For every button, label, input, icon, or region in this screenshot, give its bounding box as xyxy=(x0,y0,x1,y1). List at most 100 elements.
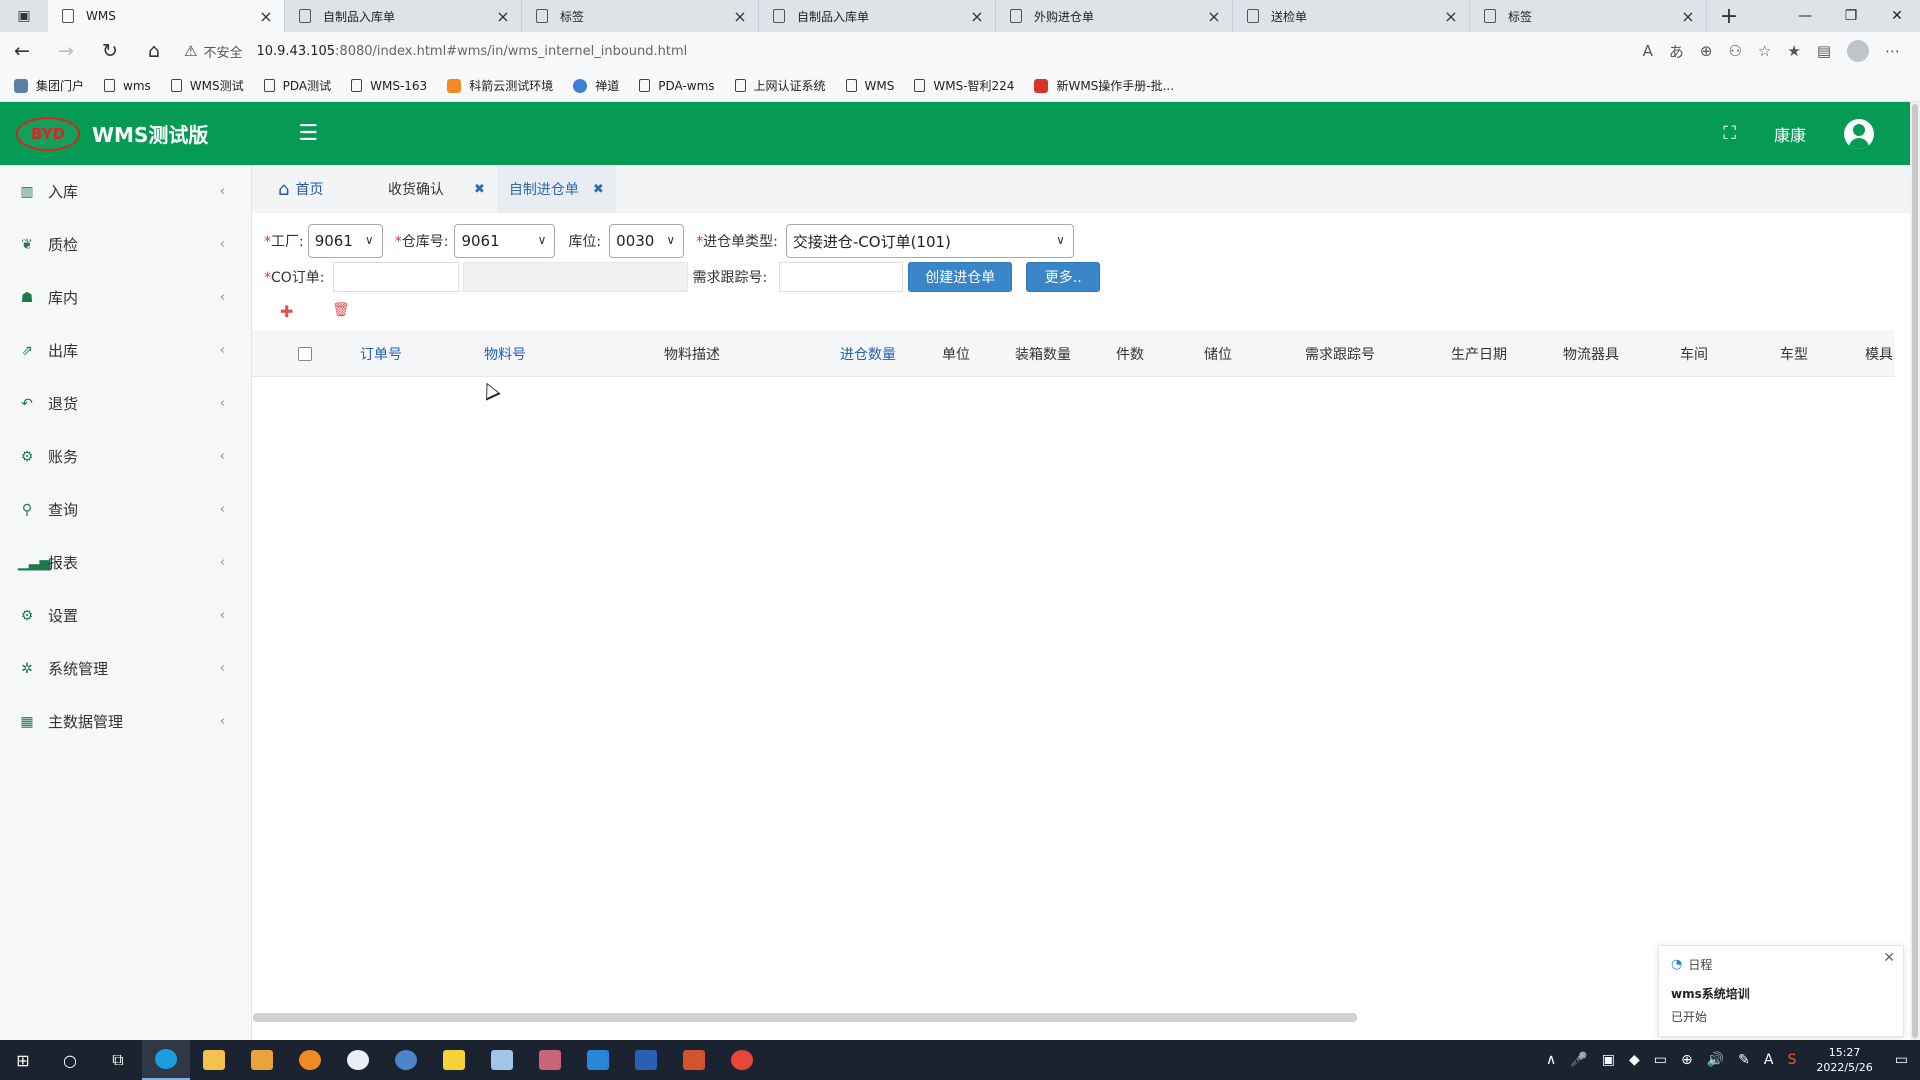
sidebar-item-inventory[interactable]: ☗ 库内 ‹ xyxy=(0,271,251,324)
browser-tab[interactable]: 自制品入库单 × xyxy=(285,0,522,32)
close-icon[interactable]: × xyxy=(732,7,748,26)
bookmark-item[interactable]: 禅道 xyxy=(573,77,619,94)
location-select[interactable]: 0030 ∨ xyxy=(609,224,685,258)
column-inbound-qty[interactable]: 进仓数量 xyxy=(840,330,896,377)
app-icon[interactable] xyxy=(286,1040,334,1080)
sogou-icon[interactable]: S xyxy=(1787,1052,1796,1068)
notification-center-icon[interactable]: ▭ xyxy=(1895,1052,1908,1068)
close-icon[interactable]: ✖ xyxy=(474,182,485,197)
sidebar-item-system[interactable]: ✲ 系统管理 ‹ xyxy=(0,642,251,695)
app-icon[interactable] xyxy=(478,1040,526,1080)
column-order-no[interactable]: 订单号 xyxy=(360,330,402,377)
chevron-up-icon[interactable]: ∧ xyxy=(1546,1052,1556,1068)
close-icon[interactable]: × xyxy=(1443,7,1459,26)
file-explorer-icon[interactable] xyxy=(190,1040,238,1080)
photos-icon[interactable] xyxy=(574,1040,622,1080)
home-icon[interactable]: ⌂ xyxy=(132,40,176,62)
search-icon[interactable]: ○ xyxy=(46,1040,94,1080)
bookmark-item[interactable]: 科箭云测试环境 xyxy=(447,77,553,94)
close-icon[interactable]: × xyxy=(258,7,274,26)
sidebar-item-returns[interactable]: ↶ 退货 ‹ xyxy=(0,377,251,430)
new-tab-icon[interactable]: + xyxy=(1707,0,1751,32)
close-icon[interactable]: × xyxy=(969,7,985,26)
favorite-add-icon[interactable]: ☆ xyxy=(1758,42,1771,60)
input-method-icon[interactable]: A xyxy=(1764,1052,1774,1068)
bookmark-item[interactable]: PDA测试 xyxy=(263,77,331,94)
window-close-icon[interactable]: ✕ xyxy=(1874,0,1920,32)
more-button[interactable]: 更多.. xyxy=(1026,262,1101,292)
url-input[interactable]: ⚠ 不安全 10.9.43.105:8080/index.html#wms/in… xyxy=(184,36,1494,66)
sidebar-item-master-data[interactable]: ▦ 主数据管理 ‹ xyxy=(0,695,251,748)
browser-tab[interactable]: 标签 × xyxy=(522,0,759,32)
close-icon[interactable]: ✖ xyxy=(593,182,604,197)
window-menu-icon[interactable]: ▣ xyxy=(0,0,48,32)
profile-icon[interactable] xyxy=(1847,40,1869,62)
username[interactable]: 康康 xyxy=(1774,122,1806,146)
tray-app-icon[interactable]: ◆ xyxy=(1629,1052,1640,1068)
tray-app-icon[interactable]: ▣ xyxy=(1602,1052,1615,1068)
app-icon[interactable] xyxy=(238,1040,286,1080)
close-icon[interactable]: × xyxy=(1680,7,1696,26)
bookmark-item[interactable]: wms xyxy=(104,79,151,93)
bookmark-item[interactable]: PDA-wms xyxy=(639,79,715,93)
app-icon[interactable] xyxy=(334,1040,382,1080)
tab-receipt-confirm[interactable]: 收货确认 ✖ xyxy=(376,165,497,213)
sticky-notes-icon[interactable] xyxy=(430,1040,478,1080)
browser-tab[interactable]: 外购进仓单 × xyxy=(996,0,1233,32)
avatar[interactable] xyxy=(1844,118,1874,149)
sidebar-item-accounts[interactable]: ⚙ 账务 ‹ xyxy=(0,430,251,483)
close-icon[interactable]: × xyxy=(495,7,511,26)
select-all-checkbox[interactable] xyxy=(298,330,312,377)
powerpoint-icon[interactable] xyxy=(670,1040,718,1080)
more-icon[interactable]: ⋯ xyxy=(1885,42,1900,60)
forward-icon[interactable]: → xyxy=(44,40,88,62)
word-icon[interactable] xyxy=(622,1040,670,1080)
sidebar-item-query[interactable]: ⚲ 查询 ‹ xyxy=(0,483,251,536)
sidebar-item-reports[interactable]: ▁▃▅ 报表 ‹ xyxy=(0,536,251,589)
delete-row-icon[interactable]: 🗑 xyxy=(332,302,350,318)
bookmark-item[interactable]: WMS-163 xyxy=(351,79,427,93)
translate-icon[interactable]: あ xyxy=(1669,41,1684,62)
browser-tab[interactable]: 送检单 × xyxy=(1233,0,1470,32)
windows-start-icon[interactable]: ⊞ xyxy=(0,1040,46,1080)
sidebar-item-inbound[interactable]: ▥ 入库 ‹ xyxy=(0,165,251,218)
scrollbar-thumb[interactable] xyxy=(1912,104,1918,1038)
checkbox[interactable] xyxy=(298,346,312,361)
demand-track-input[interactable] xyxy=(779,262,904,292)
fullscreen-icon[interactable]: ⛶ xyxy=(1723,123,1736,144)
app-icon[interactable] xyxy=(382,1040,430,1080)
browser-tab[interactable]: 标签 × xyxy=(1470,0,1707,32)
close-icon[interactable]: × xyxy=(1206,7,1222,26)
sidebar-item-settings[interactable]: ⚙ 设置 ‹ xyxy=(0,589,251,642)
refresh-icon[interactable]: ↻ xyxy=(88,40,132,62)
favorites-icon[interactable]: ★ xyxy=(1787,42,1800,60)
task-view-icon[interactable]: ⧉ xyxy=(94,1040,142,1080)
edge-icon[interactable] xyxy=(142,1040,190,1080)
page-scrollbar[interactable] xyxy=(1910,102,1920,1042)
tab-home[interactable]: ⌂ 首页 xyxy=(266,165,376,213)
bookmark-item[interactable]: 集团门户 xyxy=(14,77,84,94)
bookmark-item[interactable]: WMS-智利224 xyxy=(914,77,1014,94)
sidebar-item-outbound[interactable]: ⇗ 出库 ‹ xyxy=(0,324,251,377)
clock[interactable]: 15:27 2022/5/26 xyxy=(1816,1045,1872,1075)
bookmark-item[interactable]: WMS测试 xyxy=(170,77,244,94)
co-order-input[interactable] xyxy=(332,262,459,292)
network-icon[interactable]: ⊕ xyxy=(1681,1052,1693,1068)
column-material-no[interactable]: 物料号 xyxy=(484,330,526,377)
sidebar-item-quality[interactable]: ❦ 质检 ‹ xyxy=(0,218,251,271)
create-inbound-button[interactable]: 创建进仓单 xyxy=(908,262,1013,292)
extension-icon[interactable]: ⚇ xyxy=(1728,42,1741,60)
menu-toggle-icon[interactable]: ☰ xyxy=(298,121,318,146)
collections-icon[interactable]: ▤ xyxy=(1817,42,1831,60)
volume-icon[interactable]: 🔊 xyxy=(1707,1052,1724,1068)
factory-select[interactable]: 9061 ∨ xyxy=(307,224,383,258)
zoom-icon[interactable]: ⊕ xyxy=(1700,42,1713,60)
bookmark-item[interactable]: 新WMS操作手册-批... xyxy=(1034,77,1174,94)
browser-tab[interactable]: WMS × xyxy=(48,0,285,32)
warehouse-select[interactable]: 9061 ∨ xyxy=(454,224,556,258)
restore-icon[interactable]: ❐ xyxy=(1828,0,1874,32)
browser-tab[interactable]: 自制品入库单 × xyxy=(759,0,996,32)
table-horizontal-scrollbar[interactable] xyxy=(253,1013,1357,1022)
inbound-type-select[interactable]: 交接进仓-CO订单(101) ∨ xyxy=(785,224,1074,258)
schedule-notification[interactable]: ◔ 日程 ✕ wms系统培训 已开始 xyxy=(1658,945,1904,1037)
